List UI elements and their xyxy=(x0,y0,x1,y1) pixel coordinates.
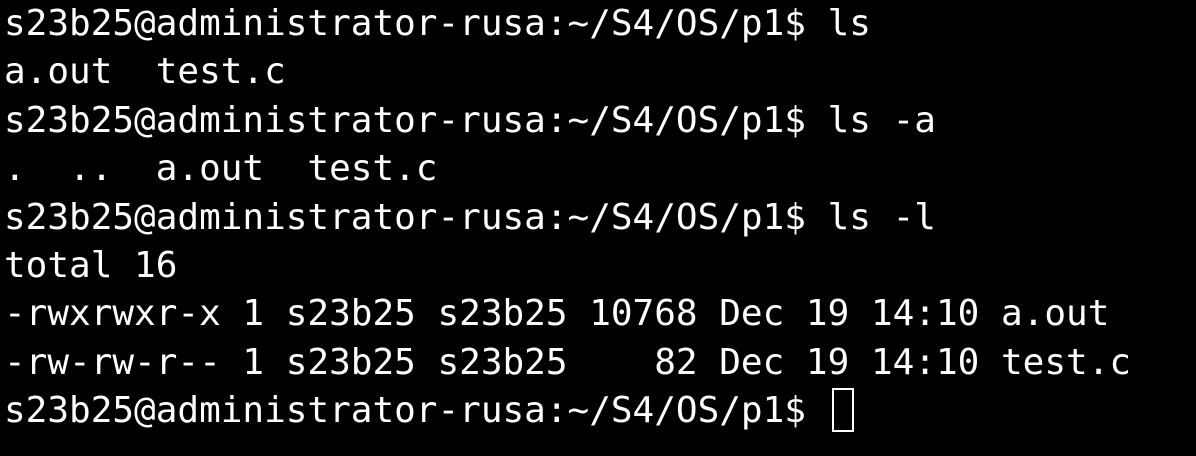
text-cursor[interactable] xyxy=(831,388,854,433)
command-output: -rwxrwxr-x 1 s23b25 s23b25 10768 Dec 19 … xyxy=(4,293,1110,335)
prompt-line: s23b25@administrator-rusa:~/S4/OS/p1$ ls… xyxy=(4,196,936,238)
prompt-line: s23b25@administrator-rusa:~/S4/OS/p1$ ls xyxy=(4,3,871,44)
command-output: . .. a.out test.c xyxy=(4,148,438,190)
current-prompt-line[interactable]: s23b25@administrator-rusa:~/S4/OS/p1$ xyxy=(4,387,1196,435)
current-prompt: s23b25@administrator-rusa:~/S4/OS/p1$ xyxy=(4,390,828,432)
command-output: a.out test.c xyxy=(4,51,286,93)
command-output: -rw-rw-r-- 1 s23b25 s23b25 82 Dec 19 14:… xyxy=(4,341,1132,383)
prompt-line: s23b25@administrator-rusa:~/S4/OS/p1$ ls… xyxy=(4,99,936,141)
command-output: total 16 xyxy=(4,244,178,286)
terminal-window[interactable]: s23b25@administrator-rusa:~/S4/OS/p1$ ls… xyxy=(0,0,1196,456)
